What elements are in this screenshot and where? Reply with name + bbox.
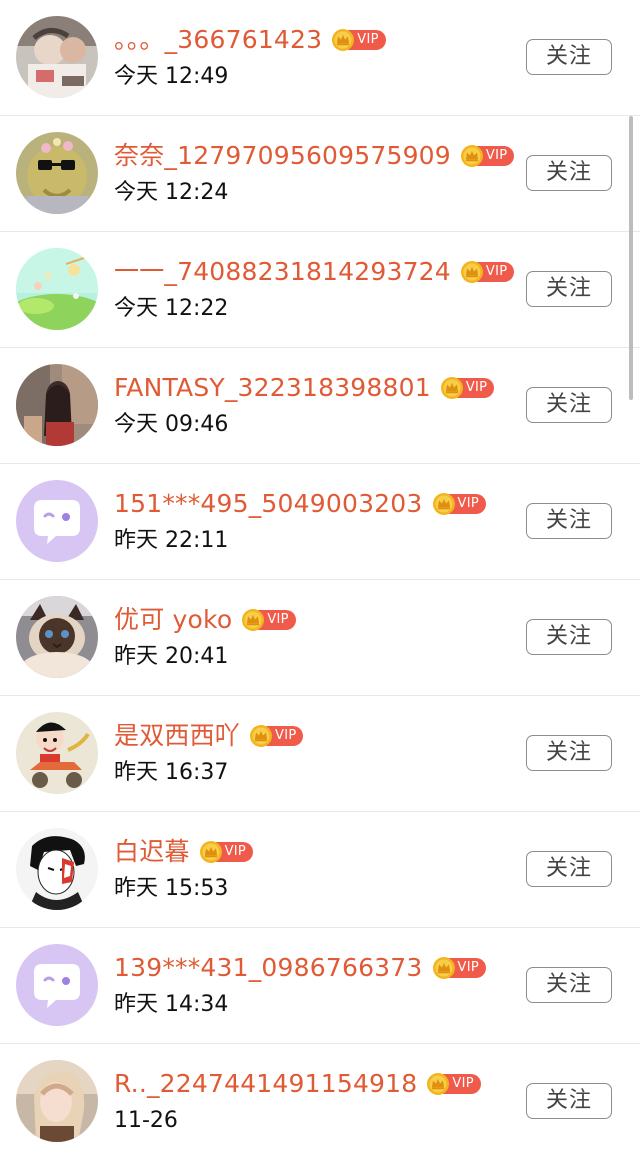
follow-button[interactable]: 关注 <box>526 155 612 191</box>
crown-icon <box>242 609 265 631</box>
avatar[interactable] <box>16 828 98 910</box>
username[interactable]: 优可 yoko <box>114 602 232 638</box>
follow-button[interactable]: 关注 <box>526 851 612 887</box>
vip-badge: VIP <box>432 492 486 516</box>
vip-badge: VIP <box>241 608 296 632</box>
follow-time: 昨天 20:41 <box>114 644 229 669</box>
follow-time: 今天 12:22 <box>114 296 229 321</box>
avatar[interactable] <box>16 712 98 794</box>
list-item[interactable]: 优可 yoko VIP 昨天 20:41 关注 <box>0 580 640 696</box>
vip-badge: VIP <box>426 1072 481 1096</box>
username[interactable]: 是双西西吖 <box>114 718 240 754</box>
follower-list[interactable]: 。。。_366761423 VIP 今天 12:49 关注 奈奈_1279709… <box>0 0 640 1152</box>
username[interactable]: R.._2247441491154918 <box>114 1066 417 1102</box>
follow-time: 昨天 15:53 <box>114 876 229 901</box>
follow-time: 今天 12:49 <box>114 64 229 89</box>
avatar[interactable] <box>16 248 98 330</box>
username[interactable]: 白迟暮 <box>114 834 190 870</box>
follow-button[interactable]: 关注 <box>526 735 612 771</box>
list-item[interactable]: FANTASY_322318398801 VIP 今天 09:46 关注 <box>0 348 640 464</box>
crown-icon <box>250 725 273 747</box>
follow-time: 今天 12:24 <box>114 180 229 205</box>
avatar[interactable] <box>16 1060 98 1142</box>
vip-badge: VIP <box>199 840 254 864</box>
list-item[interactable]: 。。。_366761423 VIP 今天 12:49 关注 <box>0 0 640 116</box>
follow-button[interactable]: 关注 <box>526 387 612 423</box>
follow-time: 昨天 14:34 <box>114 992 229 1017</box>
follow-time: 昨天 16:37 <box>114 760 229 785</box>
vip-badge: VIP <box>460 144 515 168</box>
list-item[interactable]: 151***495_5049003203 VIP 昨天 22:11 关注 <box>0 464 640 580</box>
list-item[interactable]: 白迟暮 VIP 昨天 15:53 关注 <box>0 812 640 928</box>
crown-icon <box>332 29 355 51</box>
list-item[interactable]: 139***431_0986766373 VIP 昨天 14:34 关注 <box>0 928 640 1044</box>
follow-button[interactable]: 关注 <box>526 503 612 539</box>
crown-icon <box>427 1073 450 1095</box>
crown-icon <box>460 261 483 283</box>
avatar[interactable] <box>16 480 98 562</box>
crown-icon <box>440 377 463 399</box>
list-item[interactable]: 一一_74088231814293724 VIP 今天 12:22 关注 <box>0 232 640 348</box>
crown-icon <box>432 957 455 979</box>
follow-button[interactable]: 关注 <box>526 271 612 307</box>
crown-icon <box>199 841 222 863</box>
follow-button[interactable]: 关注 <box>526 39 612 75</box>
username[interactable]: 一一_74088231814293724 <box>114 254 451 290</box>
avatar[interactable] <box>16 16 98 98</box>
username[interactable]: 139***431_0986766373 <box>114 950 423 986</box>
crown-icon <box>432 493 455 515</box>
username[interactable]: 奈奈_12797095609575909 <box>114 138 451 174</box>
avatar[interactable] <box>16 944 98 1026</box>
follow-button[interactable]: 关注 <box>526 967 612 1003</box>
avatar[interactable] <box>16 364 98 446</box>
vip-badge: VIP <box>249 724 304 748</box>
follow-button[interactable]: 关注 <box>526 1083 612 1119</box>
follow-time: 今天 09:46 <box>114 412 229 437</box>
follow-time: 11-26 <box>114 1108 178 1133</box>
list-item[interactable]: 奈奈_12797095609575909 VIP 今天 12:24 关注 <box>0 116 640 232</box>
vip-badge: VIP <box>440 376 495 400</box>
vip-badge: VIP <box>331 28 386 52</box>
crown-icon <box>460 145 483 167</box>
vip-badge: VIP <box>460 260 515 284</box>
avatar[interactable] <box>16 132 98 214</box>
username[interactable]: 。。。_366761423 <box>114 22 322 58</box>
username[interactable]: FANTASY_322318398801 <box>114 370 431 406</box>
list-item[interactable]: R.._2247441491154918 VIP 11-26 关注 <box>0 1044 640 1152</box>
avatar[interactable] <box>16 596 98 678</box>
follow-time: 昨天 22:11 <box>114 528 229 553</box>
vip-badge: VIP <box>432 956 486 980</box>
scrollbar[interactable] <box>629 116 633 400</box>
follow-button[interactable]: 关注 <box>526 619 612 655</box>
list-item[interactable]: 是双西西吖 VIP 昨天 16:37 关注 <box>0 696 640 812</box>
username[interactable]: 151***495_5049003203 <box>114 486 423 522</box>
